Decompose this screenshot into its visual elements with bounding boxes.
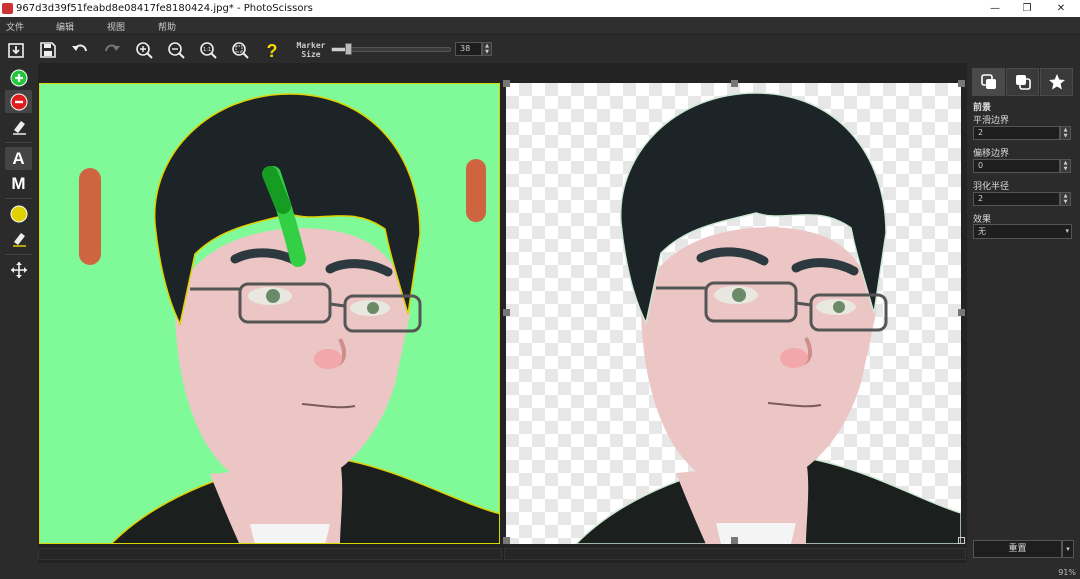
yellow-circle-icon (10, 205, 27, 222)
svg-text:1:1: 1:1 (203, 47, 211, 53)
reset-dropdown-button[interactable]: ▾ (1062, 540, 1074, 558)
tool-separator (5, 142, 32, 143)
tab-effects[interactable] (1040, 68, 1073, 96)
menu-help[interactable]: 帮助 (158, 20, 176, 33)
undo-icon[interactable] (69, 39, 91, 61)
redo-icon[interactable] (101, 39, 123, 61)
move-arrows-icon (10, 261, 27, 278)
cutout-figure (574, 92, 961, 544)
auto-mode-button[interactable]: A (5, 147, 32, 170)
close-button[interactable]: ✕ (1046, 0, 1076, 17)
star-icon (1048, 74, 1065, 90)
smooth-edge-input[interactable]: 2 (973, 126, 1060, 140)
marker-size-input[interactable]: 38 (455, 42, 482, 56)
source-image-canvas[interactable] (39, 83, 500, 544)
tab-background[interactable] (1006, 68, 1039, 96)
tool-separator (5, 254, 32, 255)
menu-file[interactable]: 文件 (6, 20, 24, 33)
properties-panel: 前景 平滑边界 2 ▲ ▼ 偏移边界 0 ▲ ▼ 羽化半径 2 ▲ ▼ 效果 无 ▾ (968, 63, 1080, 579)
zoom-out-icon[interactable] (165, 39, 187, 61)
feather-radius-label: 羽化半径 (973, 182, 1010, 192)
marker-size-label: Marker Size (296, 41, 326, 59)
portrait-figure (110, 93, 499, 543)
left-horizontal-scrollbar[interactable] (38, 548, 502, 560)
right-horizontal-scrollbar[interactable] (504, 548, 966, 560)
plus-circle-icon (10, 69, 27, 86)
toolbar: 1:1 ? (0, 36, 1080, 63)
title-bar: 967d3d39f51feabd8e08417fe8180424.jpg* - … (0, 0, 1080, 17)
smooth-edge-stepper[interactable]: ▲ ▼ (1060, 126, 1071, 140)
tab-foreground[interactable] (972, 68, 1005, 96)
eraser-tool[interactable] (5, 115, 32, 138)
edge-eraser-tool[interactable] (5, 227, 32, 250)
import-icon[interactable] (5, 39, 27, 61)
minus-circle-icon (10, 93, 27, 110)
result-image-canvas[interactable] (506, 83, 961, 544)
manual-mode-button[interactable]: M (5, 172, 32, 195)
eraser-icon (12, 232, 26, 247)
background-layers-icon (1015, 75, 1031, 90)
menu-view[interactable]: 视图 (107, 20, 125, 33)
zoom-actual-icon[interactable]: 1:1 (197, 39, 219, 61)
zoom-fit-icon[interactable] (229, 39, 251, 61)
effect-select[interactable]: 无 ▾ (973, 224, 1072, 239)
menu-bar: 文件 编辑 视图 帮助 (0, 17, 1080, 35)
effect-value: 无 (978, 227, 986, 236)
tool-separator (5, 198, 32, 199)
offset-edge-input[interactable]: 0 (973, 159, 1060, 173)
minimize-button[interactable]: — (980, 0, 1010, 17)
result-portrait (574, 92, 961, 544)
crop-handle[interactable] (731, 80, 738, 87)
marker-size-slider-fill (332, 48, 347, 51)
crop-handle[interactable] (958, 537, 965, 544)
crop-handle[interactable] (958, 80, 965, 87)
foreground-marker-tool[interactable] (5, 66, 32, 89)
foreground-layers-icon (980, 74, 996, 89)
edge-marker-tool[interactable] (5, 202, 32, 225)
zoom-level: 91% (1058, 568, 1076, 577)
restore-button[interactable]: ❐ (1012, 0, 1042, 17)
offset-edge-label: 偏移边界 (973, 149, 1010, 159)
crop-handle[interactable] (503, 80, 510, 87)
save-icon[interactable] (37, 39, 59, 61)
crop-handle[interactable] (503, 537, 510, 544)
marker-size-slider-thumb[interactable] (345, 43, 353, 55)
feather-radius-stepper[interactable]: ▲ ▼ (1060, 192, 1071, 206)
eraser-icon (12, 120, 26, 135)
reset-button[interactable]: 重置 (973, 540, 1062, 558)
zoom-in-icon[interactable] (133, 39, 155, 61)
crop-handle[interactable] (958, 309, 965, 316)
app-icon (2, 3, 13, 14)
left-toolbar: A M (0, 63, 36, 579)
offset-edge-stepper[interactable]: ▲ ▼ (1060, 159, 1071, 173)
svg-text:?: ? (267, 41, 278, 59)
background-marker-tool[interactable] (5, 90, 32, 113)
feather-radius-input[interactable]: 2 (973, 192, 1060, 206)
help-icon[interactable]: ? (261, 39, 283, 61)
source-portrait (79, 93, 499, 543)
window-title: 967d3d39f51feabd8e08417fe8180424.jpg* - … (16, 3, 313, 14)
marker-size-stepper[interactable]: ▲ ▼ (482, 42, 492, 56)
crop-handle[interactable] (731, 537, 738, 544)
section-title: 前景 (973, 103, 992, 113)
smooth-edge-label: 平滑边界 (973, 116, 1010, 126)
pan-tool[interactable] (5, 258, 32, 281)
chevron-down-icon: ▾ (1065, 227, 1069, 235)
crop-handle[interactable] (503, 309, 510, 316)
menu-edit[interactable]: 编辑 (56, 20, 74, 33)
